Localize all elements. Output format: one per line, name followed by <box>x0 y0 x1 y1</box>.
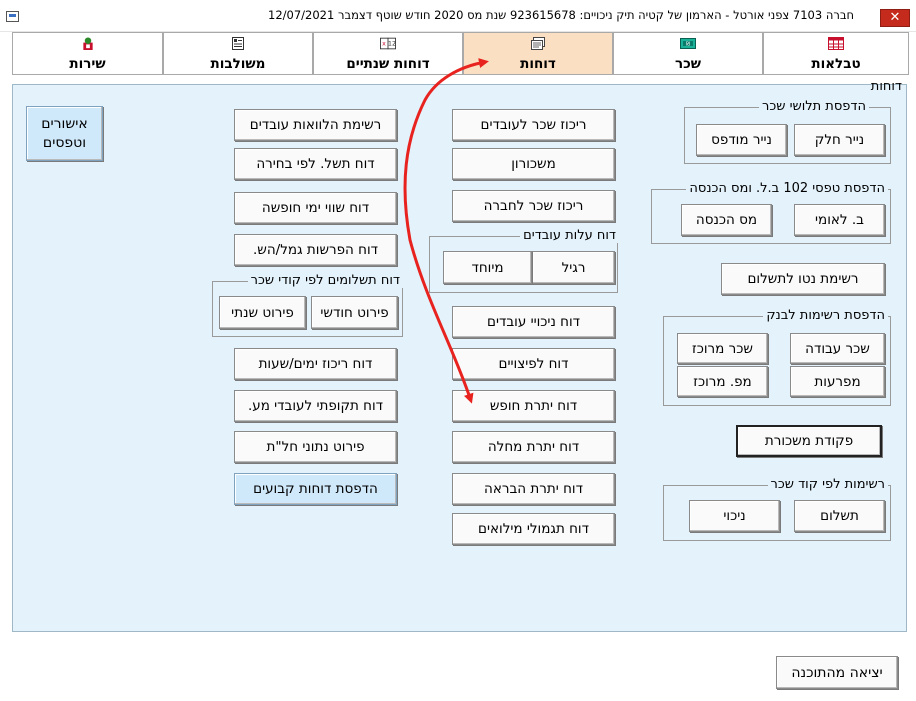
employee-loans-list-button[interactable]: רשימת הלוואות עובדים <box>234 109 397 141</box>
income-tax-button[interactable]: מס הכנסה <box>681 204 772 236</box>
svg-text:₪: ₪ <box>686 42 690 48</box>
title-bar: חברה 7103 צפני אורטל - הארמון של קטיה תי… <box>0 0 916 32</box>
tab-label: משולבות <box>210 56 266 72</box>
tab-combined[interactable]: משולבות <box>163 32 313 75</box>
app-icon[interactable] <box>6 11 19 22</box>
plain-paper-button[interactable]: נייר חלק <box>794 124 885 156</box>
severance-report-button[interactable]: דוח לפיצויים <box>452 348 615 380</box>
employee-cost-group-label: דוח עלות עובדים <box>520 228 619 243</box>
net-payment-list-button[interactable]: רשימת נטו לתשלום <box>721 263 885 295</box>
panel-title: דוחות <box>870 79 902 94</box>
reserve-duty-report-button[interactable]: דוח תגמולי מילואים <box>452 513 615 545</box>
employee-deductions-report-button[interactable]: דוח ניכויי עובדים <box>452 306 615 338</box>
svg-text:12: 12 <box>388 41 396 48</box>
approvals-forms-button[interactable]: אישורים וטפסים <box>26 106 103 161</box>
deduction-code-button[interactable]: ניכוי <box>689 500 780 532</box>
svg-text:x: x <box>382 41 386 48</box>
periodic-vat-report-button[interactable]: דוח תקופתי לעובדי מע. <box>234 390 397 422</box>
reports-icon <box>531 37 545 50</box>
tab-service[interactable]: שירות <box>12 32 163 75</box>
payroll-order-button[interactable]: פקודת משכורת <box>736 425 882 457</box>
payments-by-choice-button[interactable]: דוח תשל. לפי בחירה <box>234 148 397 180</box>
payments-by-code-group-label: דוח תשלומים לפי קודי שכר <box>247 273 403 288</box>
days-hours-summary-button[interactable]: דוח ריכוז ימים/שעות <box>234 348 397 380</box>
service-icon <box>82 37 93 50</box>
recreation-balance-report-button[interactable]: דוח יתרת הבראה <box>452 473 615 505</box>
payroll-icon: ₪ <box>680 38 696 49</box>
tab-label: טבלאות <box>811 56 861 72</box>
sick-balance-report-button[interactable]: דוח יתרת מחלה <box>452 431 615 463</box>
tab-label: שירות <box>69 56 106 72</box>
regular-cost-button[interactable]: רגיל <box>532 251 615 284</box>
unpaid-leave-detail-button[interactable]: פירוט נתוני חל"ת <box>234 431 397 463</box>
pay-slips-group-label: הדפסת תלושי שכר <box>759 99 869 114</box>
printed-paper-button[interactable]: נייר מודפס <box>696 124 787 156</box>
payment-code-button[interactable]: תשלום <box>794 500 885 532</box>
summary-salary-button[interactable]: שכר מרוכז <box>677 333 768 364</box>
pension-provisions-report-button[interactable]: דוח הפרשות גמל/הש. <box>234 234 397 266</box>
bank-lists-group-label: הדפסת רשימות לבנק <box>763 308 888 323</box>
payslip-button[interactable]: משכורון <box>452 148 615 180</box>
forms-102-group-label: הדפסת טפסי 102 ב.ל. ומס הכנסה <box>686 181 888 196</box>
combined-icon <box>232 37 244 50</box>
tab-tables[interactable]: טבלאות <box>763 32 909 75</box>
annual-reports-icon: x 12 <box>380 37 396 50</box>
tab-reports[interactable]: דוחות <box>463 32 613 75</box>
window-title: חברה 7103 צפני אורטל - הארמון של קטיה תי… <box>268 8 854 22</box>
exit-button[interactable]: יציאה מהתוכנה <box>776 656 898 689</box>
table-icon <box>828 37 844 50</box>
tab-annual-reports[interactable]: x 12 דוחות שנתיים <box>313 32 463 75</box>
tab-label: דוחות שנתיים <box>346 56 430 72</box>
summary-advances-button[interactable]: מפ. מרוכז <box>677 366 768 397</box>
advances-button[interactable]: מפרעות <box>790 366 885 397</box>
national-insurance-button[interactable]: ב. לאומי <box>794 204 885 236</box>
vacation-value-report-button[interactable]: דוח שווי ימי חופשה <box>234 192 397 224</box>
employee-salary-summary-button[interactable]: ריכוז שכר לעובדים <box>452 109 615 141</box>
tab-label: דוחות <box>520 56 556 72</box>
monthly-detail-button[interactable]: פירוט חודשי <box>311 296 398 329</box>
vacation-balance-report-button[interactable]: דוח יתרת חופש <box>452 390 615 422</box>
special-cost-button[interactable]: מיוחד <box>443 251 532 284</box>
tab-payroll[interactable]: ₪ שכר <box>613 32 763 75</box>
annual-detail-button[interactable]: פירוט שנתי <box>219 296 306 329</box>
close-button[interactable]: ✕ <box>880 9 910 27</box>
print-fixed-reports-button[interactable]: הדפסת דוחות קבועים <box>234 473 397 505</box>
salary-work-button[interactable]: שכר עבודה <box>790 333 885 364</box>
company-salary-summary-button[interactable]: ריכוז שכר לחברה <box>452 190 615 222</box>
by-salary-code-group-label: רשימות לפי קוד שכר <box>767 477 888 492</box>
tab-label: שכר <box>674 56 701 72</box>
